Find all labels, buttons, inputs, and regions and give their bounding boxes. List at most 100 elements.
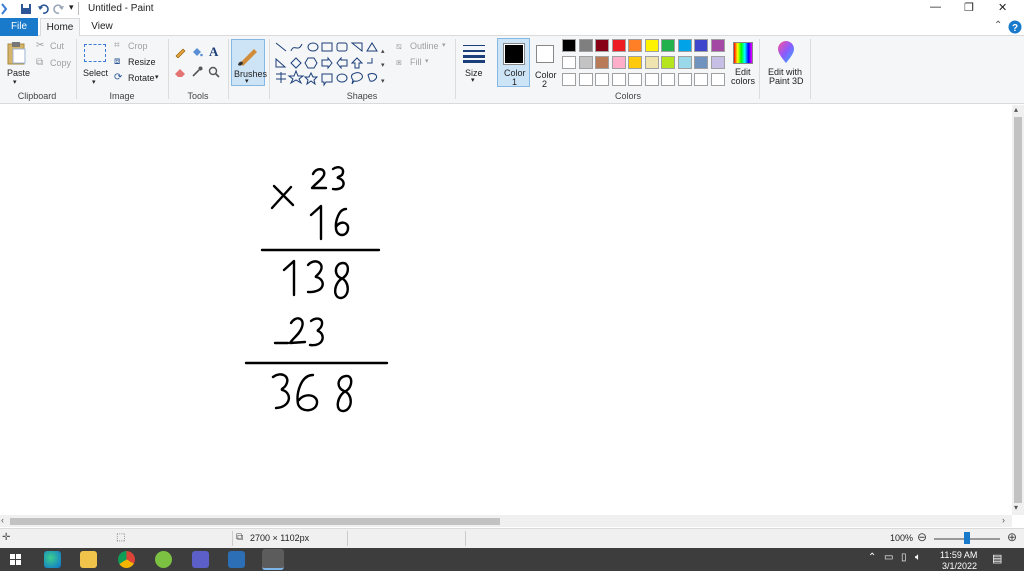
palette-swatch[interactable]: [710, 39, 725, 52]
outline-button[interactable]: ⧅ Outline ▾: [396, 41, 448, 53]
palette-swatch[interactable]: [644, 39, 659, 52]
close-button[interactable]: ✕: [998, 1, 1007, 14]
grammarly-icon[interactable]: [155, 551, 172, 568]
crop-button[interactable]: ⌗ Crop: [114, 40, 164, 54]
palette-swatch[interactable]: [595, 56, 609, 69]
palette-swatch[interactable]: [628, 39, 642, 52]
color1-button[interactable]: Color 1: [497, 38, 530, 87]
notifications-icon[interactable]: ▤: [992, 552, 1002, 565]
collapse-ribbon-icon[interactable]: ⌃: [994, 20, 1002, 31]
palette-swatch[interactable]: [611, 73, 626, 86]
drawing-canvas[interactable]: [0, 105, 1012, 515]
paint-taskbar-icon[interactable]: [262, 549, 284, 570]
tab-home[interactable]: Home: [40, 18, 80, 36]
clock-time[interactable]: 11:59 AM: [940, 550, 977, 560]
paste-button[interactable]: Paste ▾: [2, 38, 30, 86]
palette-swatch[interactable]: [694, 39, 708, 52]
palette-swatch[interactable]: [694, 56, 708, 69]
edge-browser-icon[interactable]: [44, 551, 61, 568]
file-explorer-icon[interactable]: [80, 551, 97, 568]
clock-date[interactable]: 3/1/2022: [942, 561, 977, 571]
selection-size-icon: ⬚: [116, 532, 126, 543]
palette-swatch[interactable]: [677, 73, 692, 86]
volume-icon[interactable]: 🔈︎: [915, 552, 921, 563]
zoom-out-icon[interactable]: ⊖: [917, 530, 927, 544]
tab-file[interactable]: File: [0, 18, 38, 36]
palette-swatch[interactable]: [578, 39, 593, 52]
maximize-button[interactable]: ❐: [964, 1, 974, 14]
horizontal-scroll-thumb[interactable]: [10, 518, 500, 525]
photos-icon[interactable]: [228, 551, 245, 568]
palette-swatch[interactable]: [661, 56, 675, 69]
rotate-dropdown-icon: ▾: [155, 74, 159, 81]
edit-with-paint3d-button[interactable]: Edit with Paint 3D: [764, 38, 808, 87]
palette-swatch[interactable]: [578, 56, 593, 69]
palette-swatch[interactable]: [562, 56, 576, 69]
vertical-scroll-thumb[interactable]: [1014, 117, 1022, 503]
pencil-icon[interactable]: [174, 46, 186, 58]
scroll-down-icon[interactable]: ▾: [1014, 503, 1018, 512]
chrome-icon[interactable]: [118, 551, 135, 568]
scroll-left-icon[interactable]: ‹: [1, 515, 4, 525]
network-icon[interactable]: ▭: [884, 552, 893, 563]
redo-icon[interactable]: [53, 3, 65, 15]
fill-button[interactable]: ⧆ Fill ▾: [396, 57, 436, 69]
teams-icon[interactable]: [192, 551, 209, 568]
edit-colors-button[interactable]: Edit colors: [730, 38, 756, 87]
tab-view[interactable]: View: [84, 18, 120, 36]
scroll-right-icon[interactable]: ›: [1002, 515, 1005, 525]
palette-swatch[interactable]: [644, 56, 659, 69]
size-button[interactable]: Size ▾: [459, 39, 489, 86]
resize-button[interactable]: ⧈ Resize: [114, 56, 164, 70]
palette-swatch[interactable]: [677, 56, 692, 69]
palette-swatch[interactable]: [644, 73, 659, 86]
rotate-button[interactable]: ⟳ Rotate ▾: [114, 72, 164, 86]
help-icon[interactable]: ?: [1008, 20, 1022, 34]
palette-swatch[interactable]: [562, 39, 576, 52]
hidden-icons-chevron-icon[interactable]: ⌃: [868, 552, 876, 563]
palette-swatch[interactable]: [710, 73, 725, 86]
text-tool-icon[interactable]: A: [209, 44, 218, 60]
horizontal-scrollbar[interactable]: ‹ ›: [0, 515, 1012, 527]
status-divider: [232, 531, 233, 546]
eraser-icon[interactable]: [174, 66, 186, 78]
palette-swatch[interactable]: [562, 73, 576, 86]
vertical-scrollbar[interactable]: ▴ ▾: [1012, 105, 1024, 515]
palette-swatch[interactable]: [578, 73, 593, 86]
zoom-in-icon[interactable]: ⊕: [1007, 530, 1017, 544]
shapes-gallery[interactable]: ▴ ▾ ▾: [274, 41, 386, 89]
palette-swatch[interactable]: [661, 73, 675, 86]
palette-swatch[interactable]: [710, 56, 725, 69]
undo-icon[interactable]: [37, 3, 49, 15]
color2-button[interactable]: Color 2: [531, 38, 559, 89]
palette-swatch[interactable]: [694, 73, 708, 86]
magnifier-icon[interactable]: [208, 66, 220, 78]
color-picker-icon[interactable]: [191, 66, 203, 78]
quick-access-dropdown-icon[interactable]: ▾: [69, 2, 74, 13]
fill-dropdown-icon: ▾: [425, 58, 429, 65]
scroll-up-icon[interactable]: ▴: [1014, 105, 1018, 114]
digit-1-stroke: [282, 259, 296, 297]
cut-button[interactable]: ✂ Cut: [36, 40, 72, 54]
select-button[interactable]: Select ▾: [80, 38, 110, 86]
copy-button[interactable]: ⧉ Copy: [36, 57, 72, 71]
line-size-icon: [463, 45, 485, 63]
palette-swatch[interactable]: [595, 73, 609, 86]
palette-swatch[interactable]: [628, 56, 642, 69]
brushes-button[interactable]: Brushes ▾: [231, 39, 267, 86]
palette-swatch[interactable]: [611, 39, 626, 52]
palette-swatch[interactable]: [595, 39, 609, 52]
save-icon[interactable]: [20, 3, 32, 15]
window-title: Untitled - Paint: [88, 3, 154, 14]
windows-start-icon[interactable]: [10, 554, 21, 565]
palette-swatch[interactable]: [611, 56, 626, 69]
status-divider: [347, 531, 348, 546]
palette-swatch[interactable]: [628, 73, 642, 86]
palette-swatch[interactable]: [677, 39, 692, 52]
battery-icon[interactable]: ▯: [901, 552, 907, 563]
palette-swatch[interactable]: [661, 39, 675, 52]
zoom-slider-thumb[interactable]: [964, 532, 970, 544]
fill-label: Fill: [410, 57, 422, 67]
fill-bucket-icon[interactable]: [191, 46, 203, 58]
minimize-button[interactable]: —: [930, 1, 941, 13]
